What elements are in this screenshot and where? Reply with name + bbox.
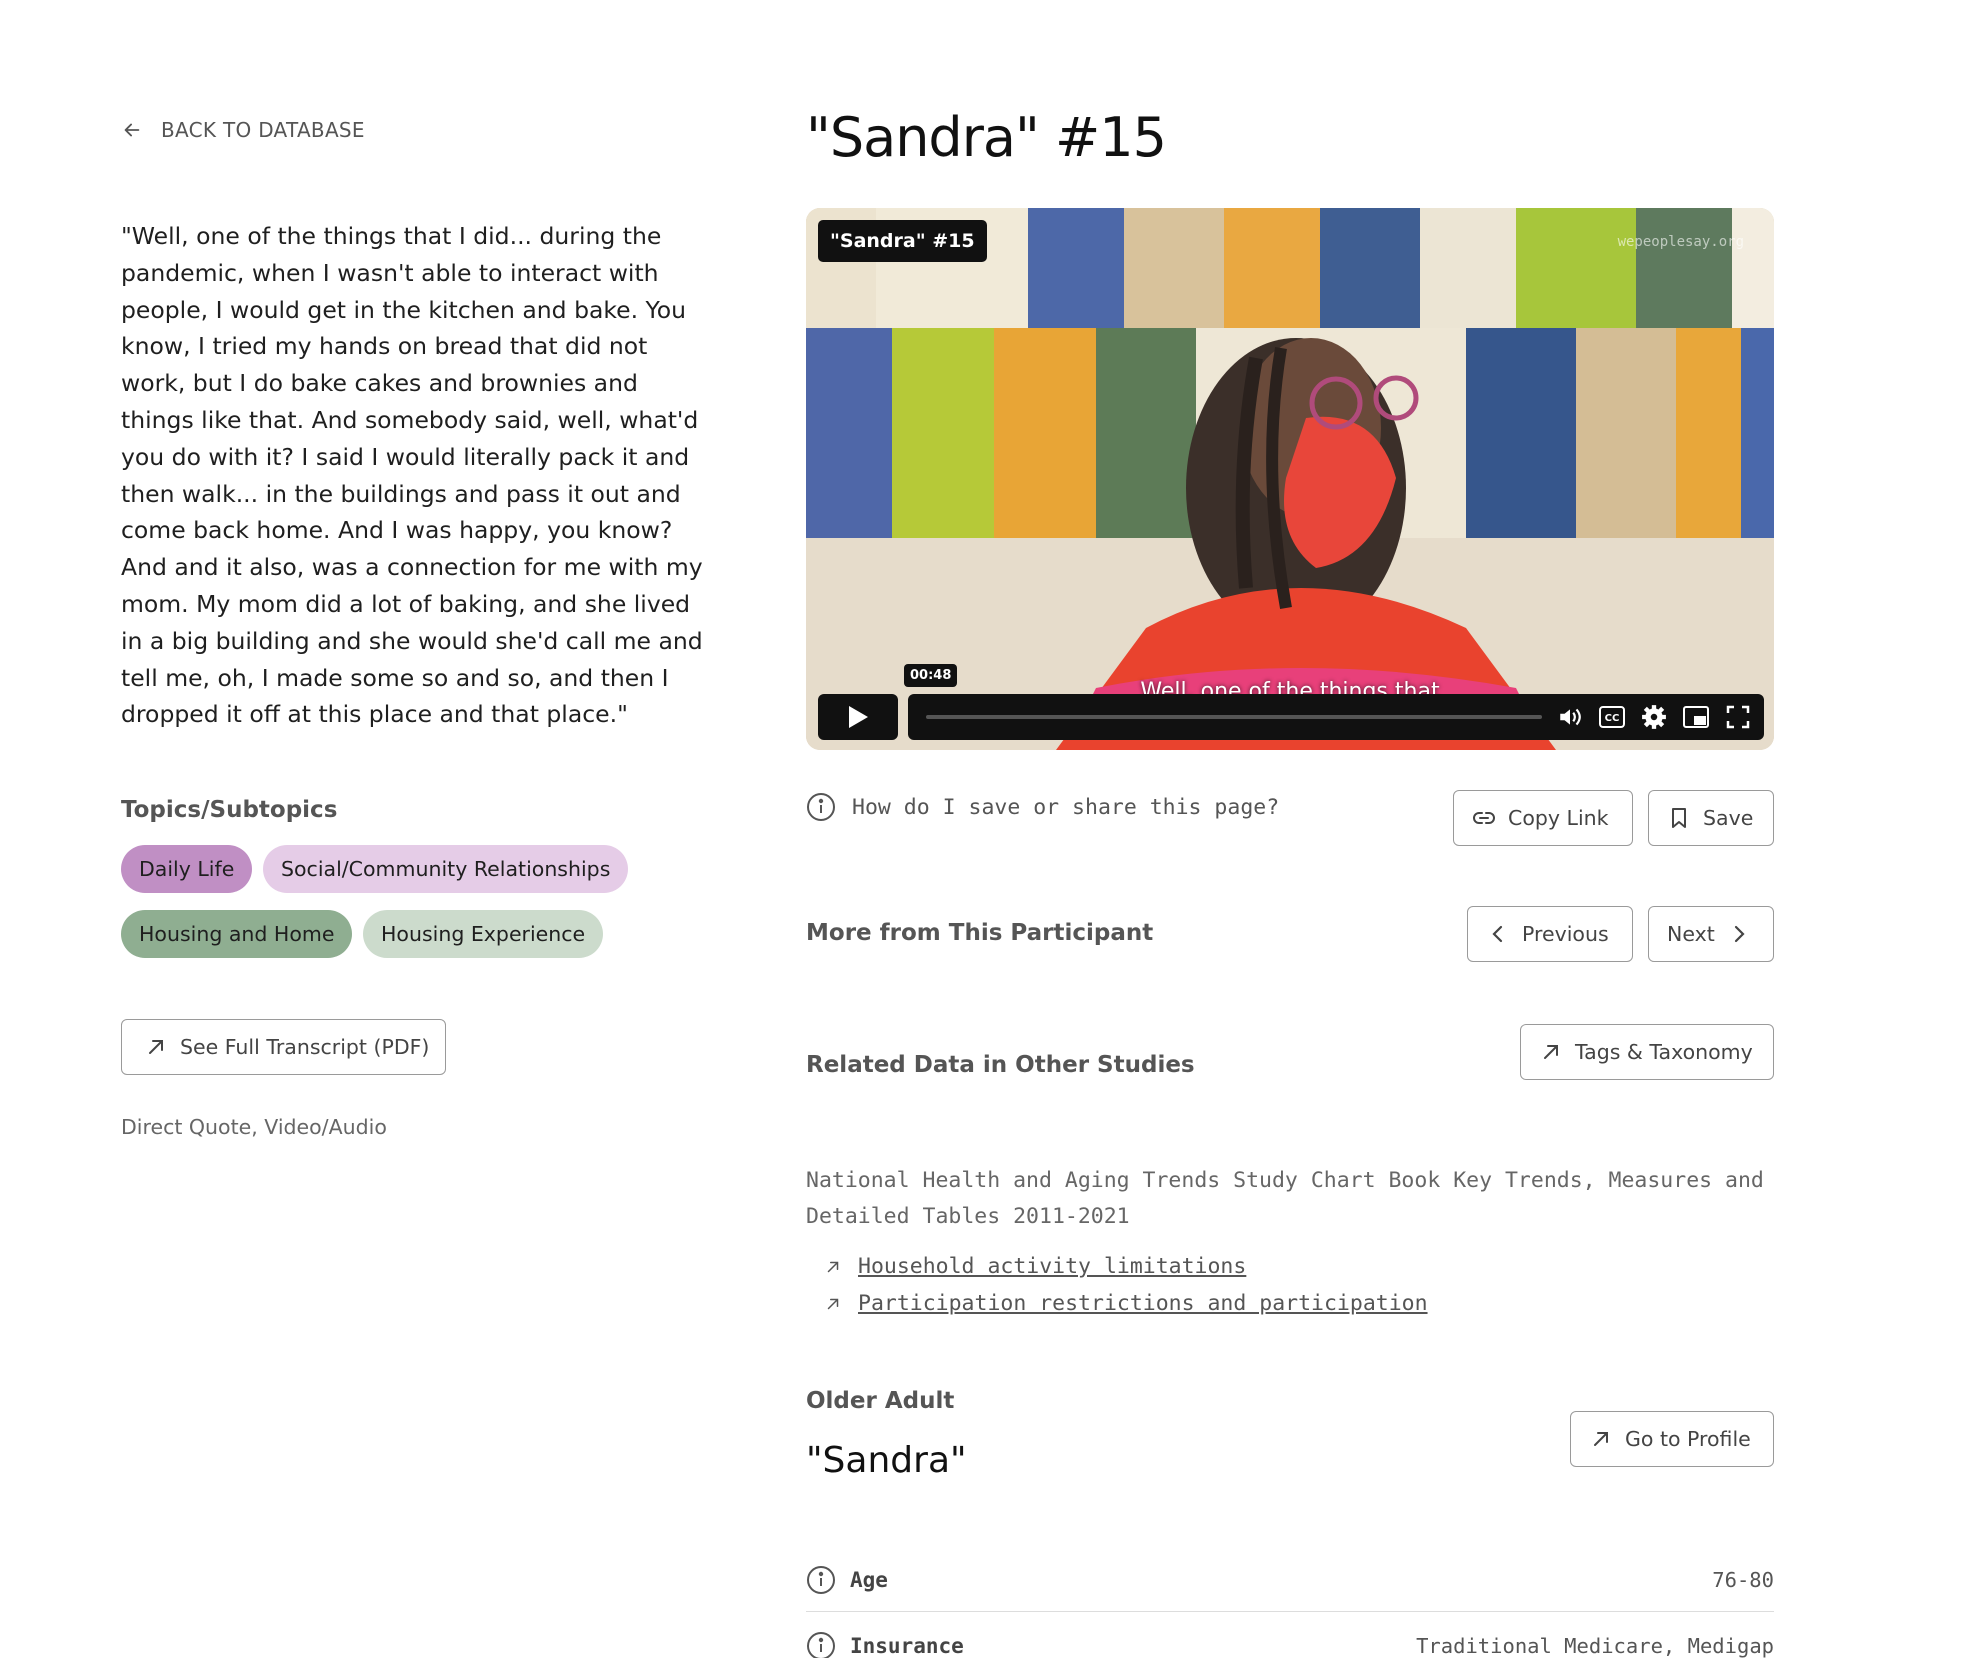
next-label: Next	[1667, 922, 1715, 946]
arrow-up-right-icon	[827, 1261, 839, 1272]
attribute-row-insurance: Insurance Traditional Medicare, Medigap	[806, 1614, 1774, 1658]
arrow-up-right-icon	[827, 1298, 839, 1309]
fullscreen-icon[interactable]	[1724, 703, 1752, 731]
save-share-help[interactable]: How do I save or share this page?	[806, 792, 1279, 822]
attribute-value: Traditional Medicare, Medigap	[1416, 1634, 1774, 1658]
topic-chip-housing-and-home[interactable]: Housing and Home	[121, 910, 353, 958]
video-title-badge: "Sandra" #15	[818, 220, 987, 262]
arrow-up-right-icon	[1544, 1045, 1558, 1059]
info-icon[interactable]	[806, 1631, 836, 1658]
participant-role: Older Adult	[806, 1388, 955, 1414]
volume-icon[interactable]	[1556, 703, 1584, 731]
pip-icon[interactable]	[1682, 703, 1710, 731]
video-controls: 00:48 CC	[818, 664, 1764, 740]
info-icon[interactable]	[806, 1565, 836, 1595]
next-button[interactable]: Next	[1648, 906, 1774, 962]
link-icon	[1473, 812, 1495, 824]
video-control-bar: 00:48 CC	[904, 664, 1764, 740]
attribute-value: 76-80	[1712, 1567, 1774, 1592]
topic-chip-social-community[interactable]: Social/Community Relationships	[263, 845, 629, 893]
study-link-household-activity[interactable]: Household activity limitations	[824, 1254, 1246, 1279]
previous-label: Previous	[1522, 922, 1609, 946]
see-full-transcript-button[interactable]: See Full Transcript (PDF)	[121, 1019, 446, 1075]
related-data-heading: Related Data in Other Studies	[806, 1052, 1195, 1078]
tags-taxonomy-button[interactable]: Tags & Taxonomy	[1520, 1024, 1774, 1080]
share-row: How do I save or share this page? Copy L…	[806, 790, 1774, 846]
arrow-up-right-icon	[1594, 1432, 1608, 1446]
back-label: BACK TO DATABASE	[161, 118, 365, 142]
info-icon	[807, 793, 835, 821]
page-title: "Sandra" #15	[806, 106, 1167, 169]
save-share-question: How do I save or share this page?	[852, 794, 1280, 820]
chevron-left-icon	[1492, 925, 1503, 943]
chevron-right-icon	[1734, 925, 1745, 943]
play-icon	[849, 706, 868, 728]
save-button[interactable]: Save	[1648, 790, 1774, 846]
settings-icon[interactable]	[1640, 703, 1668, 731]
attribute-label: Insurance	[850, 1634, 964, 1658]
previous-button[interactable]: Previous	[1467, 906, 1633, 962]
attribute-label: Age	[850, 1567, 888, 1592]
captions-icon[interactable]: CC	[1598, 703, 1626, 731]
back-to-database-link[interactable]: BACK TO DATABASE	[121, 118, 365, 142]
more-from-participant-heading: More from This Participant	[806, 920, 1154, 946]
arrow-up-right-icon	[149, 1040, 163, 1054]
topic-chip-housing-experience[interactable]: Housing Experience	[363, 910, 604, 958]
study-link-label: Household activity limitations	[858, 1254, 1247, 1279]
save-label: Save	[1703, 806, 1754, 830]
study-link-label: Participation restrictions and participa…	[858, 1291, 1428, 1316]
participant-video-frame	[1056, 338, 1556, 750]
go-to-profile-button[interactable]: Go to Profile	[1570, 1411, 1774, 1467]
svg-text:CC: CC	[1605, 713, 1620, 724]
participant-quote: "Well, one of the things that I did... d…	[121, 222, 703, 729]
attribute-row-age: Age 76-80	[806, 1548, 1774, 1612]
transcript-label: See Full Transcript (PDF)	[180, 1035, 430, 1059]
video-watermark: wepeoplesay.org	[1617, 234, 1744, 250]
play-button[interactable]	[818, 694, 898, 740]
copy-link-button[interactable]: Copy Link	[1453, 790, 1633, 846]
bookmark-icon	[1672, 808, 1686, 828]
topic-chip-daily-life[interactable]: Daily Life	[121, 845, 253, 893]
media-type-label: Direct Quote, Video/Audio	[121, 1115, 387, 1139]
video-progress-bar[interactable]	[926, 715, 1542, 719]
video-player[interactable]: "Sandra" #15 wepeoplesay.org Well, one o…	[806, 208, 1774, 750]
topics-heading: Topics/Subtopics	[121, 797, 338, 823]
video-timestamp: 00:48	[904, 664, 958, 687]
copy-link-label: Copy Link	[1508, 806, 1609, 830]
arrow-left-icon	[124, 123, 140, 137]
tags-taxonomy-label: Tags & Taxonomy	[1575, 1040, 1753, 1064]
participant-name: "Sandra"	[806, 1440, 967, 1481]
study-link-participation-restrictions[interactable]: Participation restrictions and participa…	[824, 1291, 1428, 1316]
go-to-profile-label: Go to Profile	[1625, 1427, 1751, 1451]
related-study-title: National Health and Aging Trends Study C…	[806, 1168, 1764, 1229]
